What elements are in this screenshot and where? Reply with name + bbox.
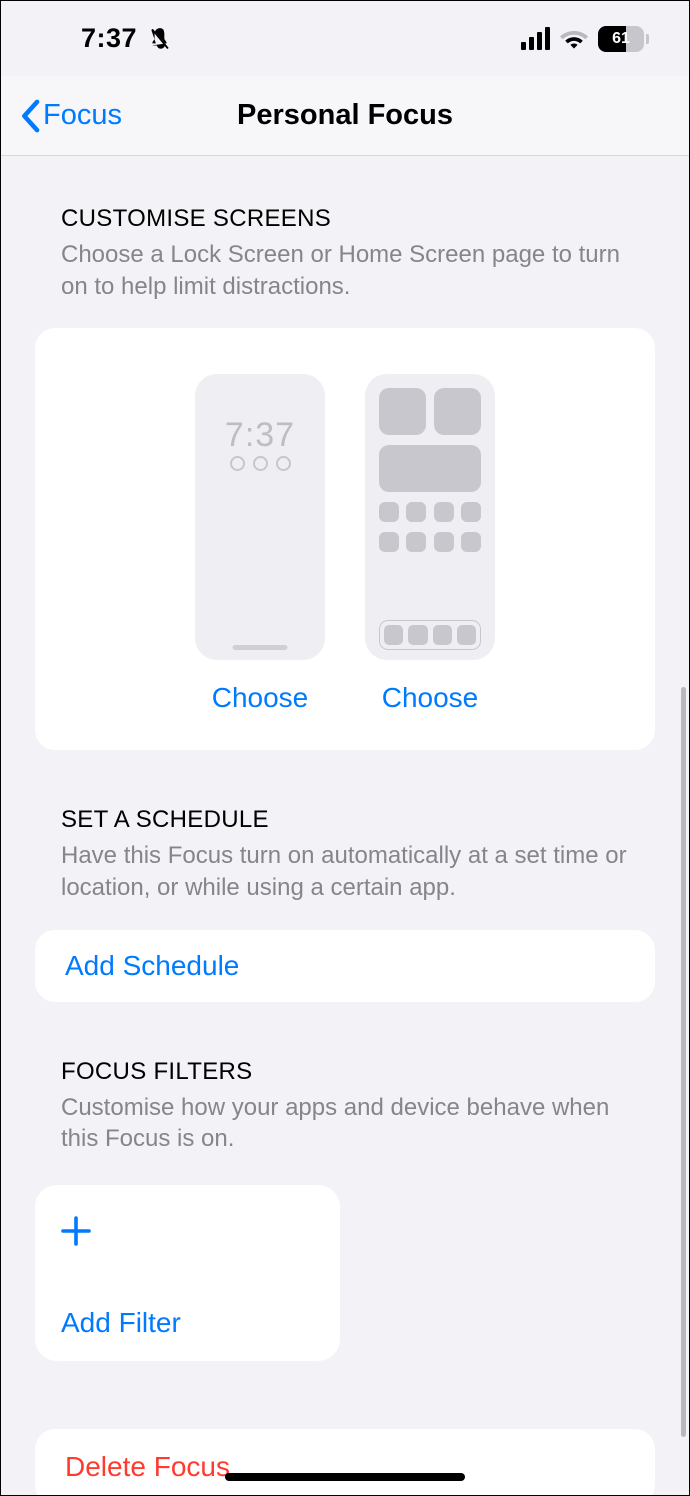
battery-percent: 61 (612, 30, 630, 48)
lock-screen-preview[interactable]: 7:37 (195, 374, 325, 660)
schedule-heading: SET A SCHEDULE (61, 806, 629, 834)
chevron-left-icon (19, 99, 41, 133)
plus-icon (61, 1213, 314, 1253)
status-time: 7:37 (81, 23, 137, 54)
back-button[interactable]: Focus (1, 99, 122, 133)
add-schedule-button[interactable]: Add Schedule (35, 930, 655, 1002)
add-filter-label: Add Filter (61, 1307, 314, 1339)
add-filter-tile[interactable]: Add Filter (35, 1185, 340, 1361)
delete-focus-button[interactable]: Delete Focus (35, 1429, 655, 1495)
status-bar: 7:37 61 (1, 1, 689, 76)
section-customise-header: CUSTOMISE SCREENS Choose a Lock Screen o… (1, 157, 689, 314)
schedule-card: Add Schedule (35, 930, 655, 1002)
back-label: Focus (43, 99, 122, 132)
cellular-icon (521, 27, 550, 50)
lock-screen-dots-icon (195, 456, 325, 471)
silent-icon (147, 26, 173, 52)
content-scroll[interactable]: CUSTOMISE SCREENS Choose a Lock Screen o… (1, 157, 689, 1495)
schedule-caption: Have this Focus turn on automatically at… (61, 840, 629, 903)
delete-card: Delete Focus (35, 1429, 655, 1495)
scroll-indicator[interactable] (681, 687, 686, 1437)
choose-home-screen-button[interactable]: Choose (382, 682, 479, 714)
choose-lock-screen-button[interactable]: Choose (212, 682, 309, 714)
navigation-bar: Focus Personal Focus (1, 76, 689, 156)
filters-caption: Customise how your apps and device behav… (61, 1092, 629, 1155)
customise-heading: CUSTOMISE SCREENS (61, 205, 629, 233)
section-filters-header: FOCUS FILTERS Customise how your apps an… (1, 1002, 689, 1167)
section-schedule-header: SET A SCHEDULE Have this Focus turn on a… (1, 750, 689, 915)
home-indicator[interactable] (225, 1473, 465, 1481)
lock-screen-time: 7:37 (195, 416, 325, 455)
battery-icon: 61 (598, 26, 649, 52)
wifi-icon (560, 28, 588, 50)
filters-heading: FOCUS FILTERS (61, 1058, 629, 1086)
customise-caption: Choose a Lock Screen or Home Screen page… (61, 239, 629, 302)
customise-screens-card: 7:37 Choose Choose (35, 328, 655, 750)
home-screen-preview[interactable] (365, 374, 495, 660)
